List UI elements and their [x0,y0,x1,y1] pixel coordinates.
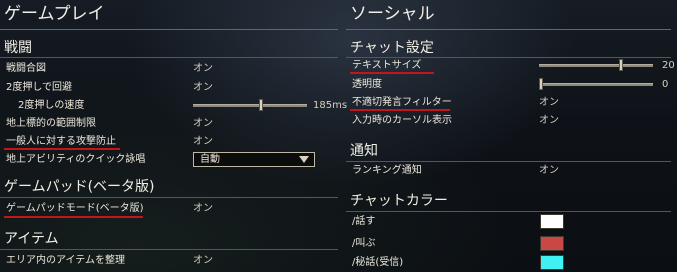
panel-title-divider [0,29,338,30]
setting-label: エリア内のアイテムを整理 [6,255,125,266]
toggle-value[interactable]: オン [539,161,559,180]
setting-row-quick-cast-ground[interactable]: 地上アビリティのクイック詠唱 自動 [0,150,346,169]
setting-row-leaderboard-notify[interactable]: ランキング通知 オン [346,161,677,180]
slider-handle[interactable] [539,78,543,90]
setting-label: 2度押しで回避 [6,82,73,93]
slider-value: 20 [662,60,675,71]
slider-handle[interactable] [259,99,263,111]
setting-row-yell-color[interactable]: /叫ぶ [346,234,677,253]
slider-track [539,64,653,67]
highlight-underline [4,216,143,218]
setting-row-double-tap-dodge[interactable]: 2度押しで回避 オン [0,78,346,97]
setting-label: 地上アビリティのクイック詠唱 [6,154,146,165]
setting-row-sort-area-items[interactable]: エリア内のアイテムを整理 オン [0,251,346,270]
toggle-value[interactable]: オン [193,132,213,151]
dropdown-arrow-icon[interactable] [299,156,309,163]
social-panel: ソーシャル チャット設定 テキストサイズ 20 透明度 0 不適切発言フィルター… [346,0,677,272]
slider-value: 0 [662,79,669,90]
setting-row-whisper-in-color[interactable]: /秘話(受信) [346,253,677,272]
section-header-items: アイテム [4,231,59,247]
slider-track [539,83,653,86]
gameplay-panel: ゲームプレイ 戦闘 戦闘合図 オン 2度押しで回避 オン 2度押しの速度 185… [0,0,348,272]
setting-label: 地上標的の範囲制限 [6,118,96,129]
section-divider-gamepad [0,197,338,198]
toggle-value[interactable]: オン [539,93,559,112]
setting-label: 2度押しの速度 [18,100,85,111]
setting-row-double-tap-speed[interactable]: 2度押しの速度 185ms [0,96,348,115]
setting-row-ground-target-limit[interactable]: 地上標的の範囲制限 オン [0,114,346,133]
section-header-gamepad: ゲームパッド(ベータ版) [4,179,155,195]
setting-label: 入力時のカーソル表示 [352,115,452,126]
slider-value: 185ms [313,100,348,111]
setting-label: ランキング通知 [352,165,422,176]
section-header-chat-settings: チャット設定 [350,40,434,56]
setting-label: /話す [352,216,376,227]
double-tap-speed-slider[interactable] [193,96,307,115]
slider-handle[interactable] [619,59,624,71]
section-divider-combat [0,57,338,58]
color-swatch-yell[interactable] [540,236,564,251]
color-swatch-say[interactable] [540,214,564,229]
panel-title-social: ソーシャル [350,4,435,24]
highlight-underline [350,72,434,74]
setting-label: 透明度 [352,79,382,90]
toggle-value[interactable]: オン [193,114,213,133]
section-header-notifications: 通知 [350,143,378,159]
opacity-slider[interactable] [539,75,653,94]
setting-label: 戦闘合図 [6,63,46,74]
setting-row-say-color[interactable]: /話す [346,212,677,231]
toggle-value[interactable]: オン [193,251,213,270]
slider-track [193,104,307,107]
panel-title-gameplay: ゲームプレイ [4,4,105,24]
toggle-value[interactable]: オン [193,199,213,218]
dropdown-selected-value: 自動 [200,154,220,165]
setting-label: /叫ぶ [352,238,376,249]
toggle-value[interactable]: オン [193,59,213,78]
text-size-slider[interactable] [539,56,653,75]
toggle-value[interactable]: オン [539,111,559,130]
section-header-chat-colors: チャットカラー [350,193,448,209]
quick-cast-dropdown[interactable]: 自動 [193,152,315,167]
panel-title-divider [346,29,671,30]
setting-label: /秘話(受信) [352,257,404,268]
section-divider-items [0,249,338,250]
toggle-value[interactable]: オン [193,78,213,97]
section-header-combat: 戦闘 [4,40,32,56]
setting-row-cursor-on-input[interactable]: 入力時のカーソル表示 オン [346,111,677,130]
setting-row-opacity[interactable]: 透明度 0 [346,75,677,94]
setting-row-combat-cue[interactable]: 戦闘合図 オン [0,59,346,78]
color-swatch-whisper-in[interactable] [540,255,564,270]
